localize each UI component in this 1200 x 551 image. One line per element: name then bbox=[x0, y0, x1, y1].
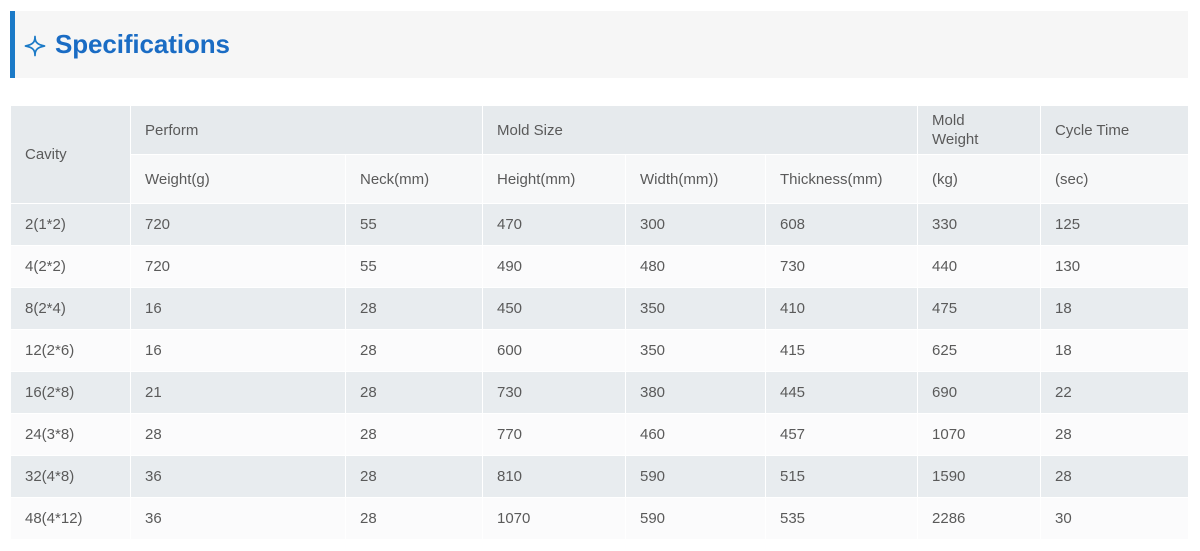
cell-cycle-time: 22 bbox=[1040, 371, 1190, 414]
cell-cavity: 32(4*8) bbox=[10, 455, 131, 498]
cell-weight: 720 bbox=[130, 203, 346, 246]
cell-neck: 28 bbox=[345, 497, 483, 540]
cell-width: 590 bbox=[625, 455, 766, 498]
cell-thickness: 730 bbox=[764, 245, 919, 288]
cell-cavity: 48(4*12) bbox=[10, 497, 131, 540]
cell-thickness: 415 bbox=[764, 329, 919, 372]
table-row: 8(2*4) 16 28 450 350 410 475 18 bbox=[10, 287, 1190, 330]
page-title: Specifications bbox=[55, 29, 230, 59]
table-head: Cavity Perform Mold Size Mold Weight Cycl… bbox=[10, 105, 1190, 204]
cell-cavity: 12(2*6) bbox=[10, 329, 131, 372]
cell-mold-weight: 1070 bbox=[917, 413, 1042, 456]
cell-width: 590 bbox=[625, 497, 766, 540]
cell-width: 350 bbox=[625, 329, 766, 372]
table-row: 24(3*8) 28 28 770 460 457 1070 28 bbox=[10, 413, 1190, 456]
table-row: 4(2*2) 720 55 490 480 730 440 130 bbox=[10, 245, 1190, 288]
cell-height: 450 bbox=[482, 287, 626, 330]
cell-cycle-time: 125 bbox=[1040, 203, 1190, 246]
cell-width: 350 bbox=[625, 287, 766, 330]
cell-mold-weight: 440 bbox=[917, 245, 1042, 288]
column-header-neck: Neck(mm) bbox=[345, 154, 483, 204]
cell-weight: 36 bbox=[130, 455, 346, 498]
cell-height: 490 bbox=[482, 245, 626, 288]
cell-neck: 55 bbox=[345, 245, 483, 288]
cell-height: 470 bbox=[482, 203, 626, 246]
table-row: 16(2*8) 21 28 730 380 445 690 22 bbox=[10, 371, 1190, 414]
cell-weight: 36 bbox=[130, 497, 346, 540]
cell-height: 730 bbox=[482, 371, 626, 414]
cell-width: 380 bbox=[625, 371, 766, 414]
cell-height: 1070 bbox=[482, 497, 626, 540]
cell-mold-weight: 475 bbox=[917, 287, 1042, 330]
column-header-height: Height(mm) bbox=[482, 154, 626, 204]
cell-neck: 28 bbox=[345, 413, 483, 456]
cell-neck: 28 bbox=[345, 329, 483, 372]
column-header-mold-size: Mold Size bbox=[481, 105, 919, 155]
cell-weight: 16 bbox=[130, 329, 346, 372]
cell-weight: 28 bbox=[130, 413, 346, 456]
specifications-section-header: Specifications bbox=[10, 11, 1188, 78]
cell-height: 600 bbox=[482, 329, 626, 372]
cell-weight: 720 bbox=[130, 245, 346, 288]
cell-cavity: 16(2*8) bbox=[10, 371, 131, 414]
sparkle-icon bbox=[24, 35, 46, 57]
cell-weight: 16 bbox=[130, 287, 346, 330]
cell-cycle-time: 130 bbox=[1040, 245, 1190, 288]
column-header-perform: Perform bbox=[130, 105, 483, 155]
column-header-thickness: Thickness(mm) bbox=[764, 154, 919, 204]
cell-cycle-time: 28 bbox=[1040, 413, 1190, 456]
cell-neck: 28 bbox=[345, 287, 483, 330]
cell-height: 810 bbox=[482, 455, 626, 498]
cell-cavity: 24(3*8) bbox=[10, 413, 131, 456]
column-header-cycle-time: Cycle Time bbox=[1040, 105, 1190, 155]
cell-cycle-time: 18 bbox=[1040, 287, 1190, 330]
cell-cavity: 4(2*2) bbox=[10, 245, 131, 288]
cell-height: 770 bbox=[482, 413, 626, 456]
table-header-group-row: Cavity Perform Mold Size Mold Weight Cycl… bbox=[10, 105, 1190, 204]
column-header-cycle-time-unit: (sec) bbox=[1040, 154, 1190, 204]
column-header-width: Width(mm)) bbox=[625, 154, 766, 204]
column-header-mold-weight: Mold Weight bbox=[917, 105, 1042, 155]
table-row: 32(4*8) 36 28 810 590 515 1590 28 bbox=[10, 455, 1190, 498]
cell-thickness: 515 bbox=[764, 455, 919, 498]
cell-width: 300 bbox=[625, 203, 766, 246]
column-header-mold-weight-unit: (kg) bbox=[917, 154, 1042, 204]
cell-weight: 21 bbox=[130, 371, 346, 414]
table-row: 12(2*6) 16 28 600 350 415 625 18 bbox=[10, 329, 1190, 372]
cell-cycle-time: 30 bbox=[1040, 497, 1190, 540]
cell-neck: 28 bbox=[345, 371, 483, 414]
cell-neck: 28 bbox=[345, 455, 483, 498]
table-body: 2(1*2) 720 55 470 300 608 330 125 4(2*2) 720 55 490… bbox=[10, 203, 1190, 540]
cell-thickness: 535 bbox=[764, 497, 919, 540]
cell-thickness: 457 bbox=[764, 413, 919, 456]
table-header-sub-row: Weight(g) Neck(mm) Height(mm) Width(mm))… bbox=[11, 154, 1190, 204]
section-accent-bar bbox=[10, 11, 15, 78]
cell-thickness: 410 bbox=[764, 287, 919, 330]
column-header-cavity: Cavity bbox=[10, 105, 131, 204]
specifications-table-container: Cavity Perform Mold Size Mold Weight Cycl… bbox=[10, 105, 1190, 540]
specifications-table: Cavity Perform Mold Size Mold Weight Cycl… bbox=[10, 105, 1190, 540]
cell-cycle-time: 28 bbox=[1040, 455, 1190, 498]
table-row: 48(4*12) 36 28 1070 590 535 2286 30 bbox=[10, 497, 1190, 540]
column-header-weight: Weight(g) bbox=[130, 154, 346, 204]
section-header-content: Specifications bbox=[10, 29, 230, 60]
cell-width: 480 bbox=[625, 245, 766, 288]
table-row: 2(1*2) 720 55 470 300 608 330 125 bbox=[10, 203, 1190, 246]
cell-mold-weight: 330 bbox=[917, 203, 1042, 246]
cell-thickness: 445 bbox=[764, 371, 919, 414]
cell-mold-weight: 625 bbox=[917, 329, 1042, 372]
cell-cycle-time: 18 bbox=[1040, 329, 1190, 372]
cell-mold-weight: 2286 bbox=[917, 497, 1042, 540]
cell-cavity: 2(1*2) bbox=[10, 203, 131, 246]
cell-cavity: 8(2*4) bbox=[10, 287, 131, 330]
cell-mold-weight: 1590 bbox=[917, 455, 1042, 498]
cell-width: 460 bbox=[625, 413, 766, 456]
cell-mold-weight: 690 bbox=[917, 371, 1042, 414]
cell-neck: 55 bbox=[345, 203, 483, 246]
cell-thickness: 608 bbox=[764, 203, 919, 246]
